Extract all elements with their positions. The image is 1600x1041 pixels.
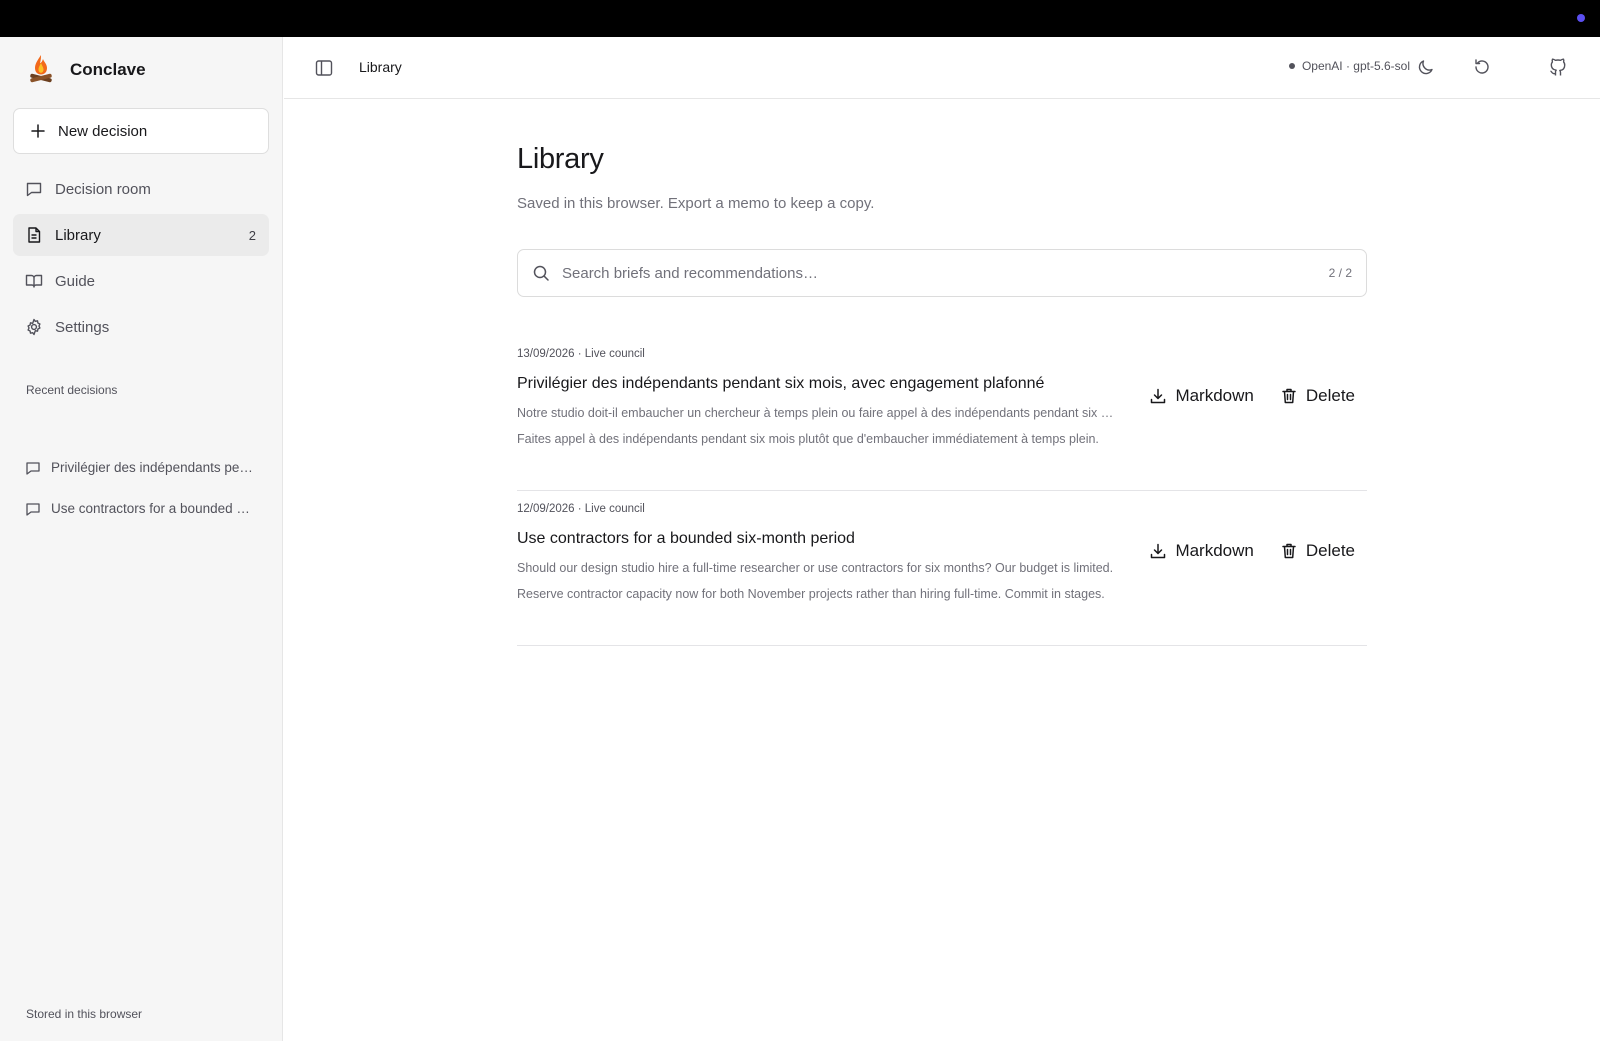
item-question: Should our design studio hire a full-tim… (517, 561, 1114, 575)
markdown-label: Markdown (1175, 541, 1254, 560)
breadcrumb: Library (359, 59, 402, 75)
trash-icon (1282, 543, 1296, 559)
new-decision-label: New decision (58, 122, 148, 140)
item-title[interactable]: Use contractors for a bounded six-month … (517, 530, 855, 548)
top-header: Library OpenAI · gpt-5.6-sol (284, 37, 1600, 99)
model-status-dot (1288, 63, 1295, 69)
sidebar-nav: Decision room Library 2 Guide Settings (13, 168, 269, 352)
delete-button[interactable]: Delete (1280, 386, 1355, 406)
item-question: Notre studio doit-il embaucher un cherch… (517, 406, 1123, 420)
item-meta: 13/09/2026 · Live council (517, 348, 645, 360)
message-square-icon (26, 502, 40, 516)
library-item: 13/09/2026 · Live council Privilégier de… (517, 336, 1367, 491)
sidebar-toggle-icon[interactable] (314, 58, 334, 78)
page-title: Library (517, 143, 604, 175)
gear-icon (27, 318, 41, 336)
message-square-icon (26, 461, 40, 475)
recent-decision-label: Privilégier des indépendants pendant six… (51, 460, 254, 475)
download-icon (1151, 543, 1166, 559)
search-icon (533, 265, 549, 281)
markdown-label: Markdown (1175, 386, 1254, 405)
delete-label: Delete (1305, 386, 1355, 405)
model-indicator[interactable]: OpenAI · gpt-5.6-sol (1288, 59, 1410, 73)
item-actions: Markdown Delete (1149, 541, 1355, 561)
brand[interactable]: Conclave (26, 53, 146, 87)
file-text-icon (28, 227, 41, 243)
sidebar-item-settings[interactable]: Settings (13, 306, 269, 348)
sidebar-item-label: Settings (55, 318, 110, 336)
reset-icon[interactable] (1472, 57, 1492, 77)
storage-note: Stored in this browser (26, 1007, 143, 1021)
item-actions: Markdown Delete (1149, 386, 1355, 406)
window-top-bar (0, 0, 1600, 37)
recent-decision-label: Use contractors for a bounded six-month … (51, 501, 254, 516)
export-markdown-button[interactable]: Markdown (1149, 541, 1254, 561)
recent-decision-item[interactable]: Use contractors for a bounded six-month … (13, 488, 269, 529)
library-item: 12/09/2026 · Live council Use contractor… (517, 491, 1367, 646)
library-list: 13/09/2026 · Live council Privilégier de… (517, 336, 1367, 646)
export-markdown-button[interactable]: Markdown (1149, 386, 1254, 406)
sidebar-item-decision-room[interactable]: Decision room (13, 168, 269, 210)
search-result-counter: 2 / 2 (1328, 266, 1352, 280)
status-dot (1577, 14, 1585, 22)
search-input[interactable] (562, 264, 1302, 282)
sidebar: Conclave New decision Decision room Libr… (0, 37, 283, 1041)
campfire-logo-icon (30, 55, 52, 83)
library-count-badge: 2 (248, 227, 256, 243)
delete-button[interactable]: Delete (1280, 541, 1355, 561)
github-icon[interactable] (1548, 57, 1568, 77)
new-decision-button[interactable]: New decision (13, 108, 269, 154)
message-square-icon (26, 182, 42, 197)
plus-icon (31, 124, 45, 138)
moon-icon[interactable] (1416, 57, 1436, 77)
download-icon (1151, 388, 1166, 404)
sidebar-item-library[interactable]: Library 2 (13, 214, 269, 256)
sidebar-item-label: Guide (55, 272, 96, 290)
recent-decisions-heading: Recent decisions (26, 383, 118, 397)
search-box: 2 / 2 (517, 249, 1367, 297)
item-recommendation: Faites appel à des indépendants pendant … (517, 432, 1099, 446)
trash-icon (1282, 388, 1296, 404)
sidebar-item-label: Decision room (55, 180, 151, 198)
item-title[interactable]: Privilégier des indépendants pendant six… (517, 375, 1044, 393)
app-name: Conclave (70, 60, 146, 79)
delete-label: Delete (1305, 541, 1355, 560)
book-open-icon (25, 274, 43, 288)
recent-decisions-list: Privilégier des indépendants pendant six… (13, 447, 269, 529)
page-subtitle: Saved in this browser. Export a memo to … (517, 195, 875, 212)
sidebar-item-guide[interactable]: Guide (13, 260, 269, 302)
recent-decision-item[interactable]: Privilégier des indépendants pendant six… (13, 447, 269, 488)
sidebar-item-label: Library (55, 226, 101, 244)
model-label: OpenAI · gpt-5.6-sol (1301, 59, 1410, 73)
item-recommendation: Reserve contractor capacity now for both… (517, 587, 1105, 601)
item-meta: 12/09/2026 · Live council (517, 503, 645, 515)
